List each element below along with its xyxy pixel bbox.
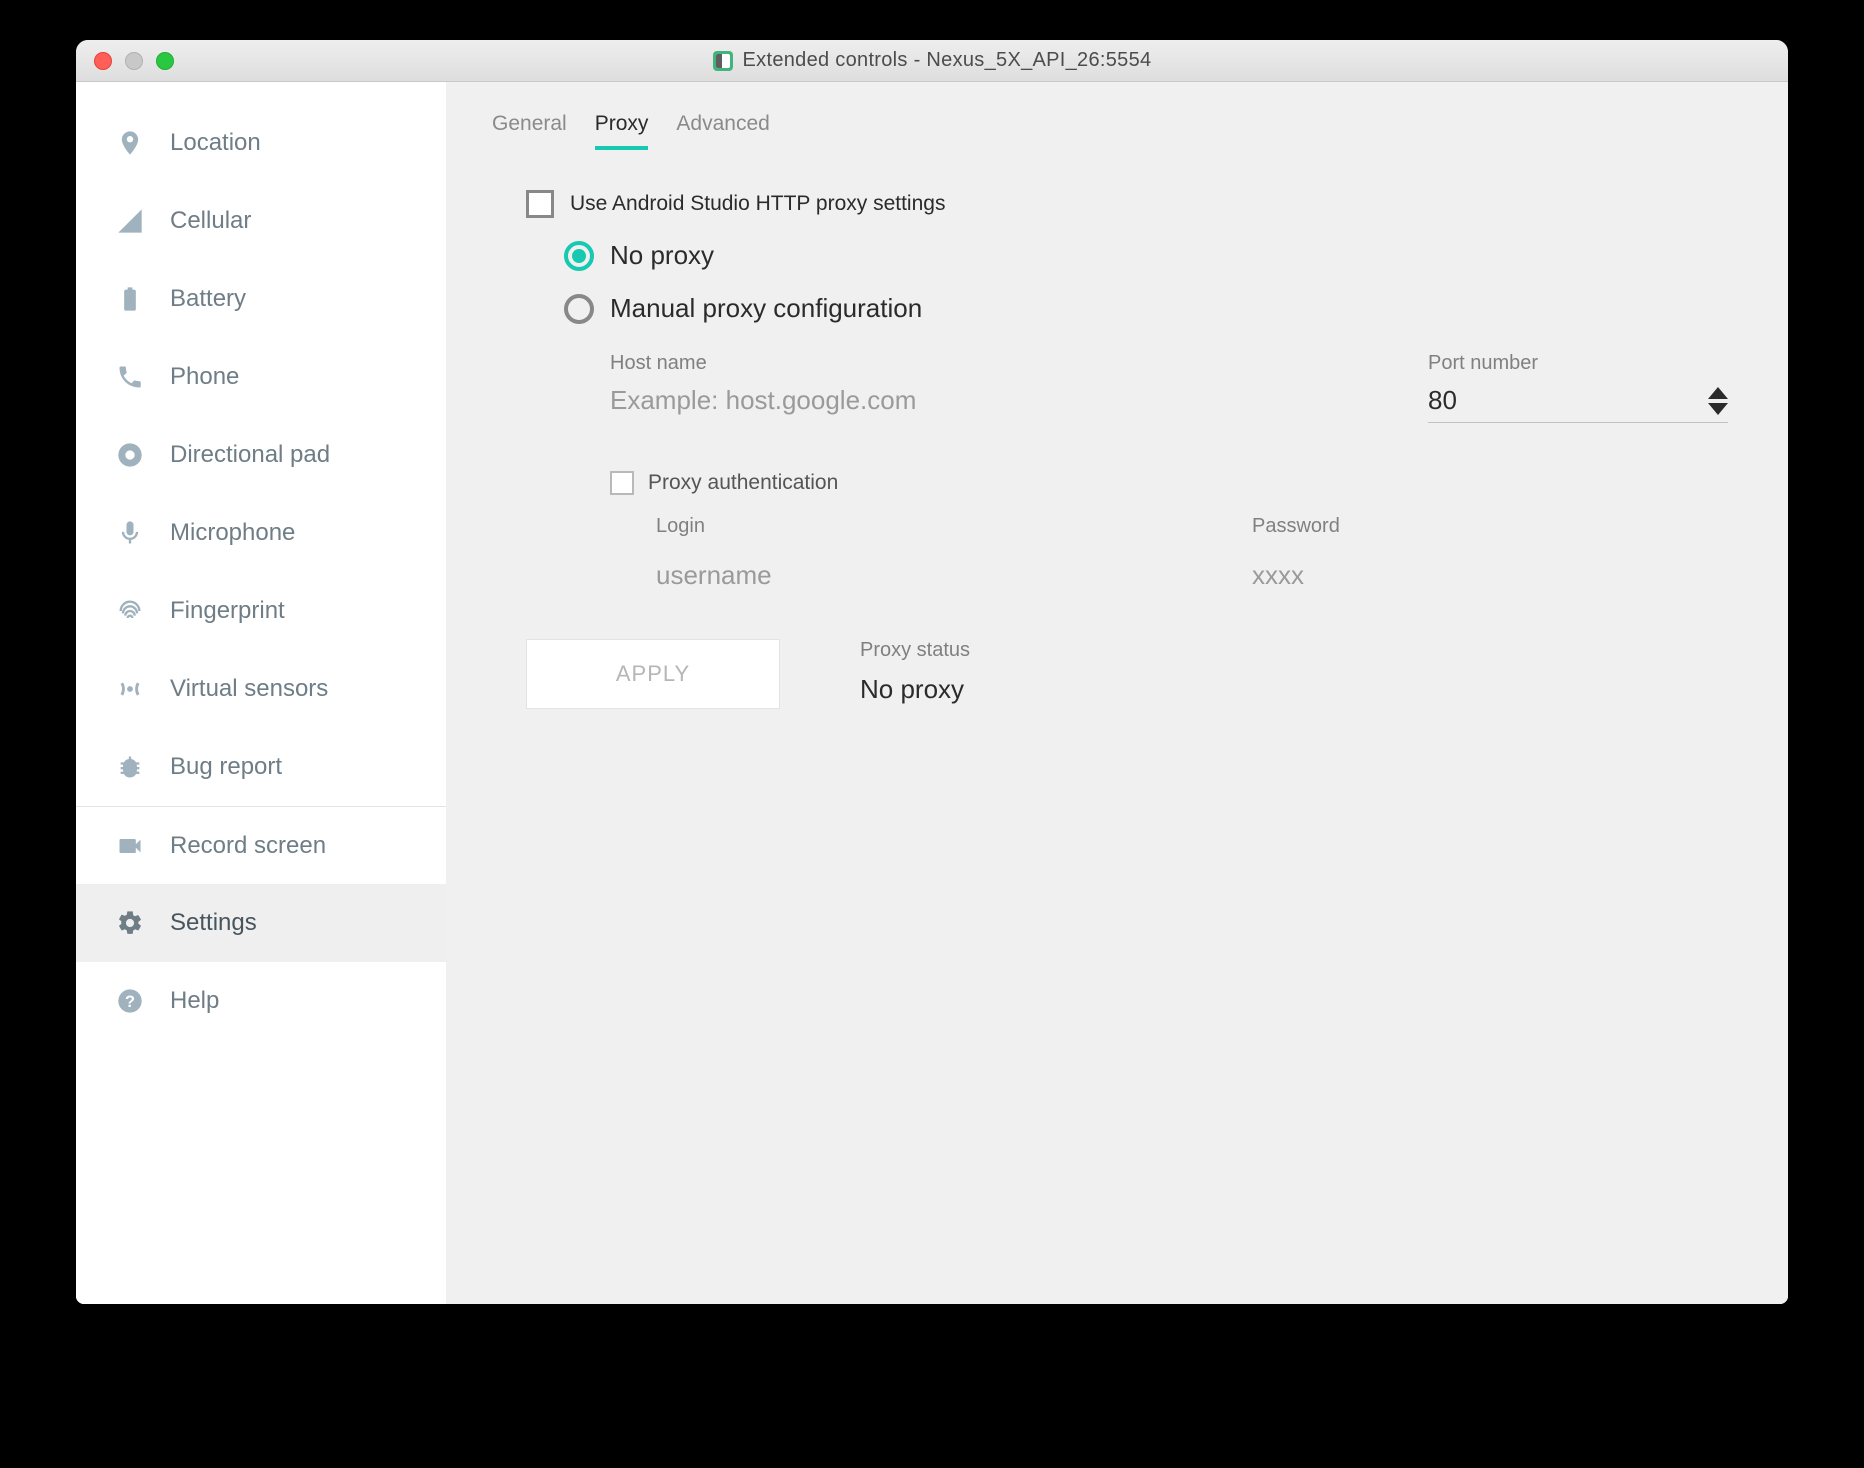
proxy-auth-label: Proxy authentication — [648, 471, 838, 495]
proxy-status-label: Proxy status — [860, 639, 970, 662]
port-stepper-up[interactable] — [1708, 387, 1728, 399]
location-pin-icon — [114, 129, 146, 157]
sidebar-item-directional-pad[interactable]: Directional pad — [76, 416, 446, 494]
sidebar-item-label: Microphone — [170, 519, 295, 547]
phone-icon — [114, 363, 146, 391]
bug-icon — [114, 753, 146, 781]
cellular-signal-icon — [114, 207, 146, 235]
host-label: Host name — [610, 352, 1388, 375]
titlebar: Extended controls - Nexus_5X_API_26:5554 — [76, 40, 1788, 82]
sidebar-item-label: Bug report — [170, 753, 282, 781]
help-icon: ? — [114, 987, 146, 1015]
battery-icon — [114, 285, 146, 313]
proxy-host-port-grid: Host name Example: host.google.com Port … — [610, 352, 1728, 423]
sidebar-item-label: Virtual sensors — [170, 675, 328, 703]
login-label: Login — [656, 515, 1132, 538]
fingerprint-icon — [114, 597, 146, 625]
window-minimize-button[interactable] — [125, 52, 143, 70]
sidebar-item-label: Settings — [170, 909, 257, 937]
gear-icon — [114, 909, 146, 937]
apply-status-row: APPLY Proxy status No proxy — [526, 639, 1728, 709]
port-spinner — [1708, 387, 1728, 415]
no-proxy-radio[interactable] — [564, 241, 594, 271]
sidebar-item-battery[interactable]: Battery — [76, 260, 446, 338]
port-field: Port number 80 — [1428, 352, 1728, 423]
tab-advanced[interactable]: Advanced — [676, 112, 769, 150]
sidebar-item-microphone[interactable]: Microphone — [76, 494, 446, 572]
window-close-button[interactable] — [94, 52, 112, 70]
sidebar-item-cellular[interactable]: Cellular — [76, 182, 446, 260]
dpad-icon — [114, 441, 146, 469]
host-field: Host name Example: host.google.com — [610, 352, 1388, 423]
sidebar-item-help[interactable]: ? Help — [76, 962, 446, 1040]
sidebar-item-phone[interactable]: Phone — [76, 338, 446, 416]
use-android-studio-proxy-row: Use Android Studio HTTP proxy settings — [526, 190, 1728, 218]
use-android-studio-proxy-checkbox[interactable] — [526, 190, 554, 218]
host-input[interactable]: Example: host.google.com — [610, 385, 1388, 416]
settings-tabs: General Proxy Advanced — [492, 112, 1728, 150]
port-input[interactable]: 80 — [1428, 385, 1457, 416]
use-android-studio-proxy-label: Use Android Studio HTTP proxy settings — [570, 192, 945, 216]
apply-button[interactable]: APPLY — [526, 639, 780, 709]
sidebar-item-fingerprint[interactable]: Fingerprint — [76, 572, 446, 650]
manual-proxy-radio[interactable] — [564, 294, 594, 324]
sidebar-item-label: Phone — [170, 363, 239, 391]
manual-proxy-row: Manual proxy configuration — [564, 293, 1728, 324]
emulator-app-icon — [713, 51, 733, 71]
tab-general[interactable]: General — [492, 112, 567, 150]
extended-controls-window: Extended controls - Nexus_5X_API_26:5554… — [76, 40, 1788, 1304]
proxy-auth-block: Proxy authentication Login Password user… — [610, 471, 1728, 591]
window-maximize-button[interactable] — [156, 52, 174, 70]
password-input[interactable]: xxxx — [1252, 560, 1728, 591]
video-camera-icon — [114, 832, 146, 860]
sidebar-item-label: Directional pad — [170, 441, 330, 469]
sidebar-item-label: Fingerprint — [170, 597, 285, 625]
sidebar-item-settings[interactable]: Settings — [76, 884, 446, 962]
proxy-status-value: No proxy — [860, 674, 970, 705]
sidebar-item-bug-report[interactable]: Bug report — [76, 728, 446, 806]
port-label: Port number — [1428, 352, 1728, 375]
tab-proxy[interactable]: Proxy — [595, 112, 649, 150]
proxy-credentials-grid: Login Password username xxxx — [656, 515, 1728, 591]
sidebar-item-virtual-sensors[interactable]: Virtual sensors — [76, 650, 446, 728]
sensors-icon — [114, 675, 146, 703]
manual-proxy-label: Manual proxy configuration — [610, 293, 922, 324]
window-title: Extended controls - Nexus_5X_API_26:5554 — [743, 49, 1152, 72]
main-content: General Proxy Advanced Use Android Studi… — [446, 82, 1788, 1304]
proxy-auth-row: Proxy authentication — [610, 471, 1728, 495]
password-label: Password — [1252, 515, 1728, 538]
proxy-auth-checkbox[interactable] — [610, 471, 634, 495]
sidebar-item-label: Location — [170, 129, 261, 157]
login-input[interactable]: username — [656, 560, 1132, 591]
traffic-lights — [76, 52, 174, 70]
proxy-status-block: Proxy status No proxy — [860, 639, 970, 705]
sidebar: Location Cellular Battery Phone — [76, 82, 446, 1304]
port-input-row: 80 — [1428, 385, 1728, 423]
sidebar-item-label: Record screen — [170, 832, 326, 860]
no-proxy-row: No proxy — [564, 240, 1728, 271]
sidebar-item-label: Battery — [170, 285, 246, 313]
microphone-icon — [114, 519, 146, 547]
no-proxy-label: No proxy — [610, 240, 714, 271]
sidebar-item-label: Help — [170, 987, 219, 1015]
sidebar-item-location[interactable]: Location — [76, 104, 446, 182]
port-stepper-down[interactable] — [1708, 403, 1728, 415]
svg-text:?: ? — [125, 993, 135, 1011]
sidebar-item-label: Cellular — [170, 207, 251, 235]
sidebar-item-record-screen[interactable]: Record screen — [76, 806, 446, 884]
